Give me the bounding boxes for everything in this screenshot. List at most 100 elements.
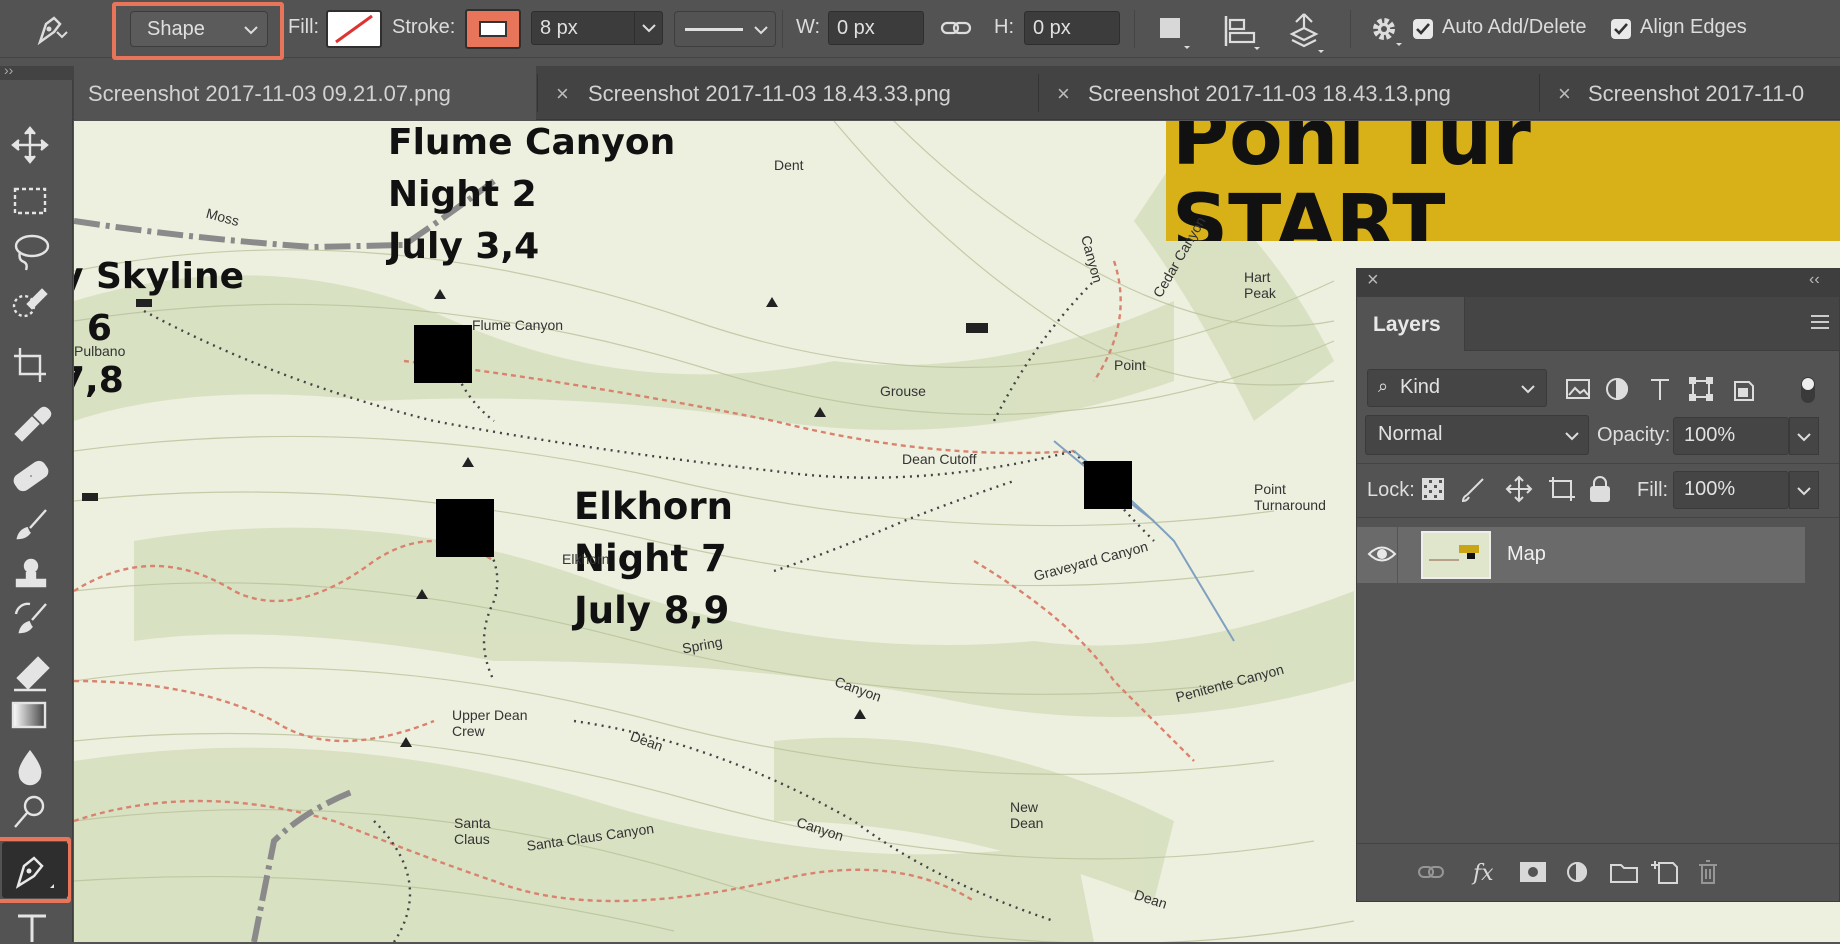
close-icon[interactable]: ×: [1558, 81, 1571, 107]
path-alignment-icon[interactable]: [1222, 12, 1262, 52]
width-value: 0 px: [837, 17, 875, 39]
opacity-label: Opacity:: [1597, 424, 1671, 446]
filter-icons: [1566, 377, 1815, 403]
tab-label: Screenshot 2017-11-0: [1588, 81, 1805, 106]
stroke-label: Stroke:: [392, 16, 456, 38]
layer-mask-icon[interactable]: [1520, 862, 1546, 882]
fill-field[interactable]: 100%: [1673, 471, 1789, 509]
lock-all-icon[interactable]: [1590, 476, 1610, 502]
layer-row-map[interactable]: Map: [1357, 527, 1805, 583]
lasso-tool-icon[interactable]: [14, 234, 50, 271]
healing-brush-tool-icon[interactable]: [12, 460, 49, 493]
brush-tool-icon[interactable]: [16, 509, 47, 540]
blend-mode-dropdown[interactable]: Normal: [1365, 415, 1589, 455]
eraser-tool-icon[interactable]: [14, 656, 50, 692]
filter-kind-value: Kind: [1400, 376, 1441, 398]
tab-screenshot-4[interactable]: × Screenshot 2017-11-0: [1540, 66, 1840, 120]
path-operations-icon[interactable]: [1158, 16, 1192, 50]
new-adjustment-layer-icon[interactable]: [1567, 861, 1587, 883]
banner-start-text: START: [1172, 179, 1446, 241]
map-label-flume-canyon: Flume Canyon: [472, 317, 564, 333]
opacity-field[interactable]: 100%: [1673, 417, 1789, 455]
close-icon[interactable]: ×: [1367, 269, 1379, 292]
stroke-type-dropdown[interactable]: [674, 11, 776, 47]
crop-tool-icon[interactable]: [14, 348, 46, 382]
filter-kind-dropdown[interactable]: ⌕ Kind: [1367, 369, 1547, 407]
smart-object-filter-icon[interactable]: [1734, 381, 1754, 401]
layers-panel: × ‹‹ Layers ⌕ Kind Normal Opacity: 100%: [1356, 268, 1840, 902]
quick-selection-tool-icon[interactable]: [12, 288, 48, 318]
tool-icons: [11, 126, 52, 828]
new-group-icon[interactable]: [1610, 864, 1638, 883]
trash-icon[interactable]: [1699, 860, 1717, 884]
eyedropper-tool-icon[interactable]: [14, 406, 52, 442]
gradient-tool-icon[interactable]: [11, 701, 47, 729]
search-icon: ⌕: [1378, 376, 1389, 396]
dodge-tool-icon[interactable]: [14, 795, 45, 828]
shape-filter-icon[interactable]: [1689, 377, 1713, 401]
filter-toggle-switch: [1802, 378, 1814, 390]
move-tool-icon[interactable]: [11, 126, 49, 164]
chevron-down-icon: [642, 24, 656, 33]
flume-name: Flume Canyon: [388, 122, 676, 163]
lock-transparent-pixels-icon[interactable]: [1422, 478, 1444, 500]
lock-position-icon[interactable]: [1505, 475, 1533, 503]
flume-canyon-annotation: Flume Canyon Night 2 July 3,4: [388, 121, 675, 273]
type-filter-icon[interactable]: [1651, 379, 1669, 400]
adjustment-filter-icon[interactable]: [1606, 377, 1628, 401]
chevron-down-icon: [244, 26, 258, 35]
solid-line-icon: [685, 28, 743, 31]
fx-icon[interactable]: fx: [1471, 861, 1494, 886]
close-icon[interactable]: ×: [556, 81, 569, 107]
skyline-annotation: y Skyline : 6 7,8: [74, 251, 244, 407]
stroke-swatch[interactable]: [465, 9, 521, 49]
lock-artboard-icon[interactable]: [1549, 477, 1575, 501]
marquee-tool-icon[interactable]: [13, 187, 47, 215]
tab-label: Screenshot 2017-11-03 09.21.07.png: [88, 81, 451, 106]
clone-stamp-tool-icon[interactable]: [15, 558, 47, 588]
fill-dropdown[interactable]: [1789, 471, 1819, 509]
image-filter-icon[interactable]: [1566, 379, 1590, 399]
panel-menu-icon[interactable]: [1809, 313, 1831, 331]
blend-mode-value: Normal: [1378, 423, 1443, 445]
tab-screenshot-2[interactable]: × Screenshot 2017-11-03 18.43.33.png: [538, 66, 1038, 120]
divider: [1357, 843, 1839, 844]
opacity-dropdown[interactable]: [1789, 417, 1819, 455]
stroke-width-dropdown[interactable]: [634, 11, 664, 45]
close-icon[interactable]: ×: [1057, 81, 1070, 107]
stroke-width-value: 8 px: [540, 17, 578, 39]
skyline-name: y Skyline: [74, 256, 245, 297]
lock-image-pixels-icon[interactable]: [1461, 478, 1484, 503]
path-arrangement-icon[interactable]: [1284, 10, 1328, 54]
tab-bar-empty: [1465, 297, 1839, 351]
width-field[interactable]: 0 px: [828, 11, 924, 45]
fill-label: Fill:: [1637, 479, 1669, 501]
fill-swatch[interactable]: [326, 10, 382, 48]
layers-tab-label: Layers: [1373, 313, 1441, 336]
pen-tool-preset-icon[interactable]: [32, 12, 72, 46]
tab-screenshot-3[interactable]: × Screenshot 2017-11-03 18.43.13.png: [1039, 66, 1539, 120]
link-icon[interactable]: [940, 16, 972, 40]
pen-tool-button[interactable]: [2, 842, 68, 898]
layer-thumbnail: [1421, 531, 1491, 579]
divider: [1397, 527, 1398, 583]
divider: [1350, 10, 1351, 48]
tool-mode-value: Shape: [147, 18, 205, 40]
eye-icon[interactable]: [1367, 543, 1397, 565]
link-layers-icon[interactable]: [1418, 866, 1444, 878]
tab-screenshot-1[interactable]: Screenshot 2017-11-03 09.21.07.png: [74, 66, 536, 120]
tool-mode-dropdown[interactable]: Shape: [130, 11, 268, 47]
collapse-icon[interactable]: ‹‹: [1809, 271, 1820, 289]
blur-tool-icon[interactable]: [18, 749, 42, 786]
history-brush-tool-icon[interactable]: [14, 602, 47, 634]
layer-name: Map: [1507, 543, 1546, 565]
new-layer-icon[interactable]: [1651, 861, 1678, 884]
auto-add-delete-checkbox[interactable]: [1413, 19, 1433, 39]
tab-layers[interactable]: Layers: [1357, 297, 1465, 351]
type-tool-icon[interactable]: [14, 910, 54, 944]
height-label: H:: [994, 16, 1014, 38]
gear-icon[interactable]: [1368, 13, 1402, 47]
elkhorn-dates: July 8,9: [574, 589, 730, 632]
align-edges-checkbox[interactable]: [1611, 19, 1631, 39]
height-field[interactable]: 0 px: [1024, 11, 1120, 45]
